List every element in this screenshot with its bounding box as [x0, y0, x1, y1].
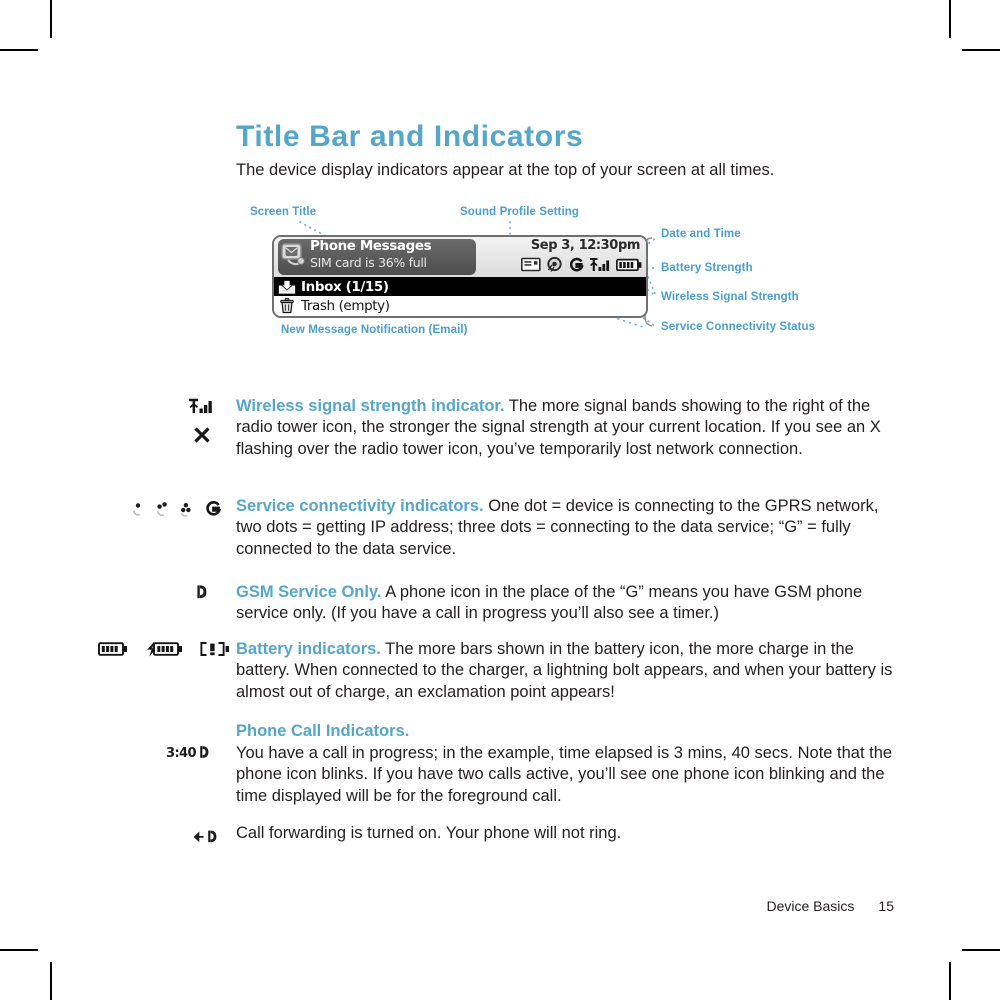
callout-service-connectivity-status: Service Connectivity Status [661, 321, 816, 333]
wireless-indicator-icons [188, 398, 216, 445]
phone-handset-icon [200, 746, 209, 758]
page-title: Title Bar and Indicators [236, 120, 584, 153]
manual-page: Title Bar and Indicators The device disp… [0, 0, 1000, 1000]
device-title-bar: Phone Messages SIM card is 36% full Sep … [274, 237, 646, 277]
page-footer: Device Basics 15 [0, 898, 895, 914]
battery-charging-icon [147, 641, 182, 657]
phone-call-heading: Phone Call Indicators. [236, 721, 896, 742]
callout-date-and-time: Date and Time [661, 228, 741, 240]
sound-profile-icon [547, 256, 562, 272]
envelope-icon [521, 257, 541, 272]
footer-page-number: 15 [878, 898, 894, 914]
call-timer-label: 3:40 [166, 745, 197, 761]
inbox-icon [278, 279, 296, 294]
gprs-g-icon [569, 257, 584, 271]
crop-mark-bottom-left-horizontal [0, 949, 38, 951]
gsm-service-icons [196, 584, 209, 602]
x-no-network-icon [194, 427, 210, 443]
callout-wireless-signal-strength: Wireless Signal Strength [661, 291, 799, 303]
device-date-time: Sep 3, 12:30pm [530, 238, 641, 253]
phone-call-heading-label: Phone Call Indicators. [236, 722, 410, 740]
battery-icon [616, 258, 642, 271]
device-screen-mockup: Phone Messages SIM card is 36% full Sep … [272, 235, 648, 318]
device-folder-list: Inbox (1/15) Trash (empty) [274, 277, 646, 316]
phone-messages-icon [281, 243, 305, 266]
callout-battery-strength: Battery Strength [661, 262, 753, 274]
crop-mark-top-right-horizontal [962, 49, 1000, 51]
crop-mark-top-left-horizontal [0, 49, 38, 51]
phone-handset-icon [197, 585, 207, 599]
battery-indicator-text: Battery indicators. The more bars shown … [236, 639, 896, 703]
one-dot-icon [133, 502, 141, 516]
service-connectivity-lead: Service connectivity indicators. [236, 497, 484, 515]
gsm-service-lead: GSM Service Only. [236, 583, 382, 601]
crop-mark-bottom-right-horizontal [962, 949, 1000, 951]
battery-indicator-icons [98, 641, 230, 657]
crop-mark-bottom-right-vertical [949, 962, 951, 1000]
device-screen-title: Phone Messages [310, 238, 432, 254]
crop-mark-bottom-left-vertical [50, 962, 52, 1000]
battery-indicator-lead: Battery indicators. [236, 640, 381, 658]
callout-sound-profile-setting: Sound Profile Setting [460, 206, 580, 218]
device-list-item-label: Inbox (1/15) [301, 278, 389, 295]
call-forwarding-arrow-icon [194, 831, 204, 843]
signal-bars-icon [590, 257, 610, 271]
call-forwarding-icons [194, 829, 219, 845]
call-in-progress-text: You have a call in progress; in the exam… [236, 744, 893, 805]
device-list-item-label: Trash (empty) [301, 297, 390, 314]
device-list-item-inbox: Inbox (1/15) [274, 277, 646, 296]
phone-handset-icon [208, 830, 217, 843]
footer-section-label: Device Basics [766, 898, 855, 914]
device-screen-subtitle: SIM card is 36% full [310, 255, 427, 270]
crop-mark-top-right-vertical [949, 0, 951, 38]
two-dots-icon [157, 501, 167, 516]
call-in-progress-icons: 3:40 [166, 745, 211, 761]
signal-bars-icon [189, 398, 212, 414]
device-status-icon-row [521, 256, 642, 273]
service-connectivity-icons [131, 500, 222, 517]
callout-screen-title: Screen Title [250, 206, 317, 218]
gprs-g-icon [206, 501, 222, 516]
call-forwarding-text: Call forwarding is turned on. Your phone… [236, 824, 622, 842]
intro-paragraph: The device display indicators appear at … [236, 161, 775, 179]
service-connectivity-text: Service connectivity indicators. One dot… [236, 496, 896, 560]
crop-mark-top-left-vertical [50, 0, 52, 38]
three-dots-icon [180, 502, 191, 517]
battery-low-icon [200, 642, 229, 656]
gsm-service-text: GSM Service Only. A phone icon in the pl… [236, 582, 896, 625]
trash-icon [280, 297, 294, 313]
device-list-item-trash: Trash (empty) [274, 296, 646, 315]
wireless-indicator-lead: Wireless signal strength indicator. [236, 397, 505, 415]
callout-new-message-notification: New Message Notification (Email) [281, 324, 468, 336]
battery-full-icon [98, 642, 127, 656]
wireless-indicator-text: Wireless signal strength indicator. The … [236, 396, 896, 460]
